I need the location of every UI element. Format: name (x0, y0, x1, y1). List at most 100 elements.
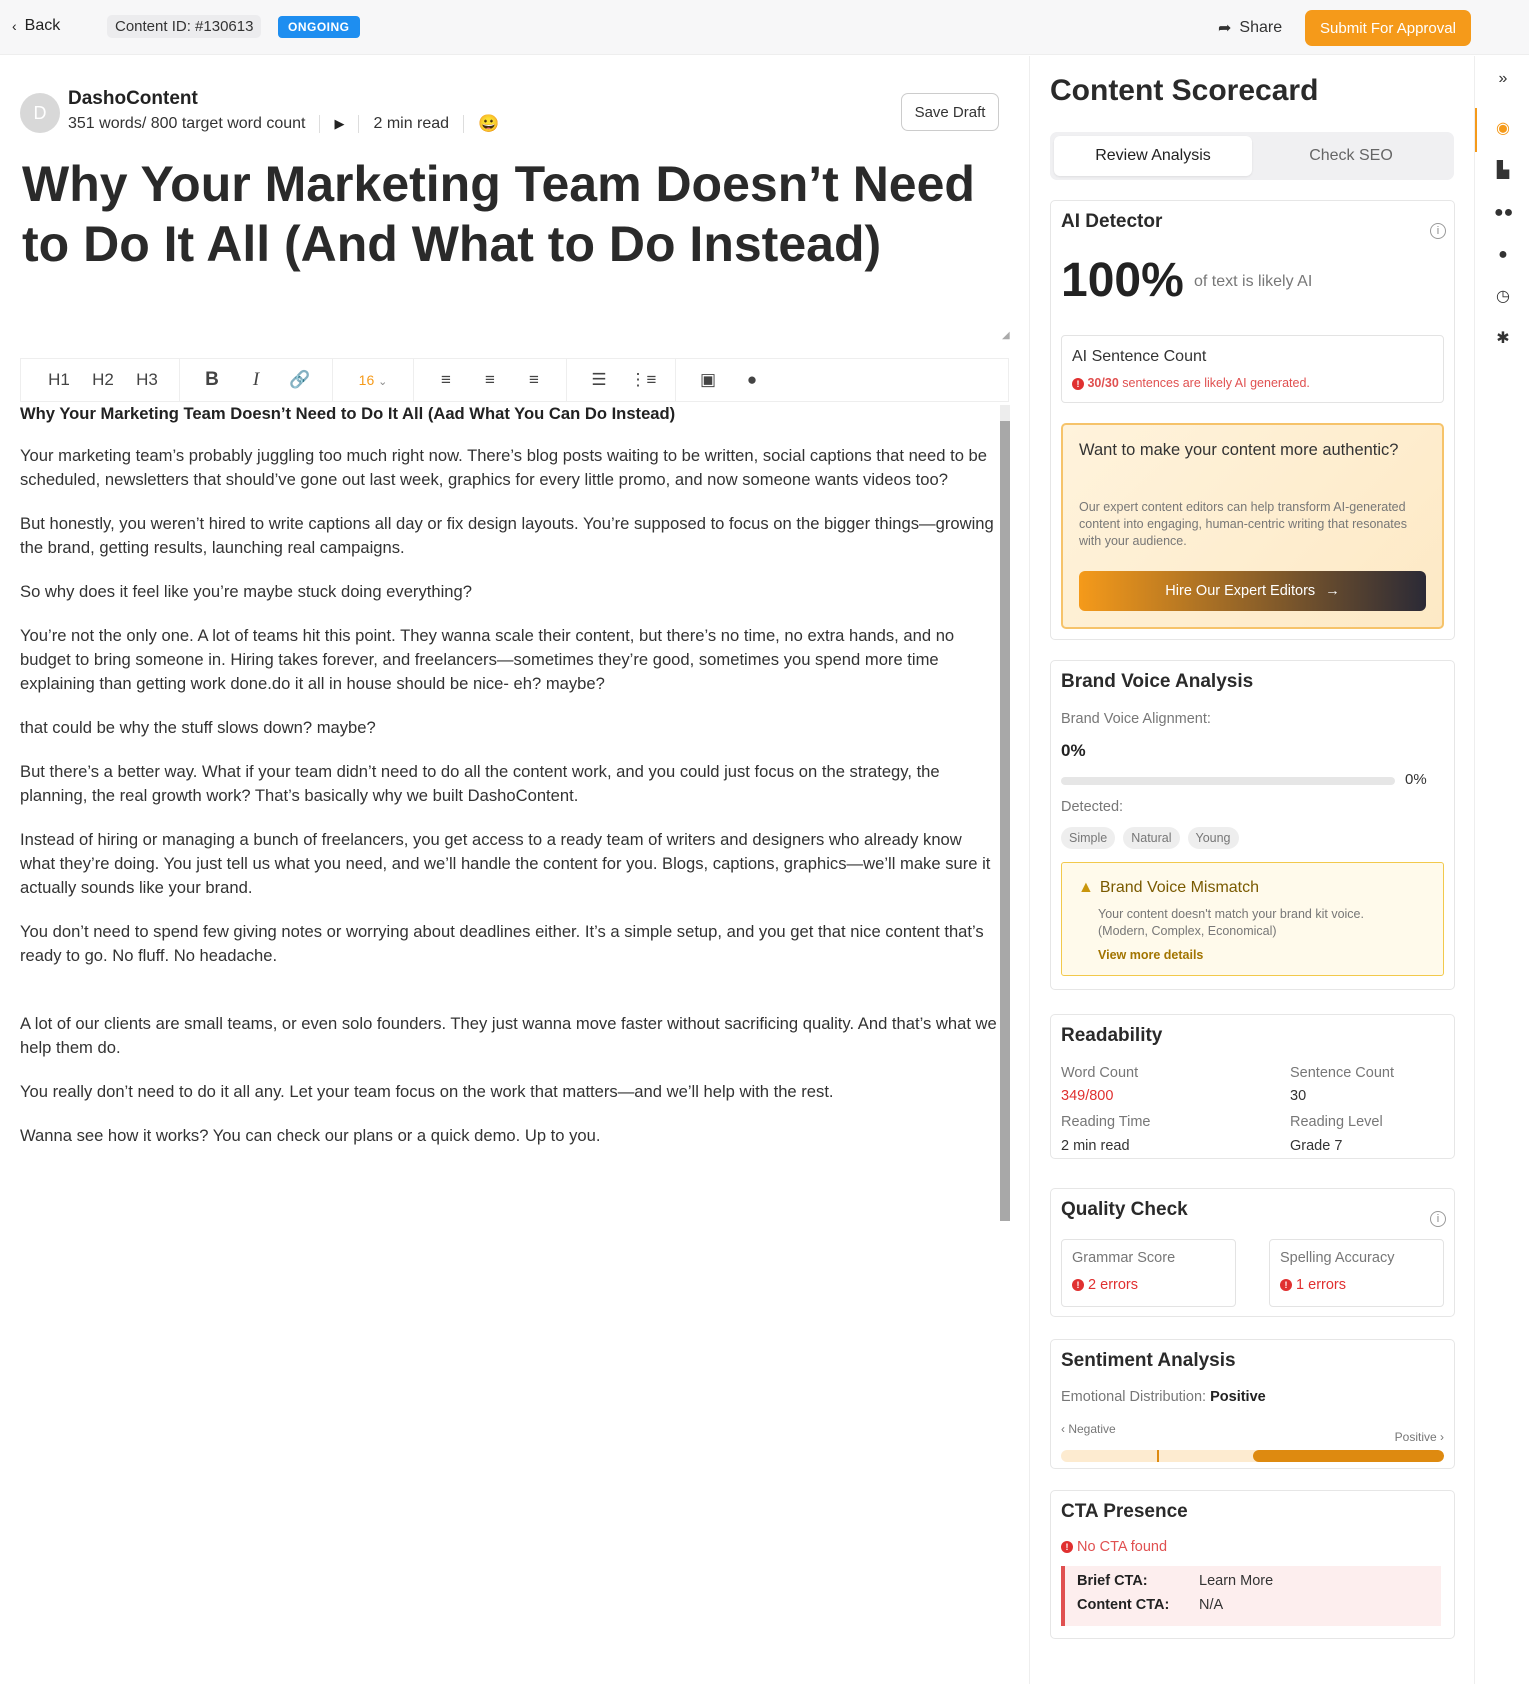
book-icon[interactable]: ▙ (1494, 162, 1512, 180)
reading-level-value: Grade 7 (1290, 1138, 1343, 1154)
back-button[interactable]: ‹ Back (12, 17, 60, 35)
sentiment-bar (1061, 1450, 1444, 1462)
grammar-label: Grammar Score (1072, 1250, 1176, 1266)
bold-button[interactable]: B (190, 369, 234, 391)
h3-button[interactable]: H3 (125, 370, 169, 390)
hire-editors-button[interactable]: Hire Our Expert Editors → (1079, 571, 1426, 611)
resize-handle-icon[interactable]: ◢ (1002, 330, 1010, 341)
cta-title: CTA Presence (1061, 1501, 1188, 1522)
paragraph: You’re not the only one. A lot of teams … (20, 626, 955, 693)
align-left-icon[interactable]: ≡ (424, 370, 468, 390)
alignment-bar-label: 0% (1405, 771, 1427, 788)
paragraph: So why does it feel like you’re maybe st… (20, 582, 472, 601)
word-count-value: 349/800 (1061, 1088, 1114, 1104)
paragraph: A lot of our clients are small teams, or… (20, 1014, 997, 1057)
divider (319, 115, 321, 133)
share-button[interactable]: ➦ Share (1218, 18, 1282, 38)
font-size-select[interactable]: 16 ⌄ (343, 372, 403, 388)
divider (413, 359, 414, 401)
hire-editors-label: Hire Our Expert Editors (1165, 583, 1316, 599)
info-icon[interactable]: i (1430, 1211, 1446, 1227)
paragraph: But there’s a better way. What if your t… (20, 762, 940, 805)
reading-time-label: Reading Time (1061, 1114, 1151, 1130)
align-right-icon[interactable]: ≡ (512, 370, 556, 390)
quality-check-card: Quality Check i Grammar Score ! 2 errors… (1050, 1188, 1455, 1317)
tab-review-analysis[interactable]: Review Analysis (1054, 136, 1252, 176)
brand-voice-title: Brand Voice Analysis (1061, 671, 1254, 692)
scrollbar-thumb[interactable] (1000, 421, 1010, 1221)
tag: Young (1187, 827, 1239, 849)
collapse-icon[interactable]: » (1494, 70, 1512, 88)
link-icon[interactable]: 🔗 (278, 370, 322, 390)
alignment-value: 0% (1061, 741, 1086, 760)
align-center-icon[interactable]: ≡ (468, 370, 512, 390)
tag: Simple (1061, 827, 1116, 849)
comment-icon[interactable]: ● (730, 370, 774, 390)
chat-icon[interactable]: ● (1494, 246, 1512, 264)
error-icon: ! (1072, 1279, 1084, 1292)
h1-button[interactable]: H1 (37, 370, 81, 390)
status-badge: ONGOING (278, 16, 360, 38)
scorecard-title: Content Scorecard (1050, 74, 1319, 107)
emoji-icon[interactable]: 😀 (478, 114, 499, 134)
paragraph: Instead of hiring or managing a bunch of… (20, 830, 991, 897)
editor-scrollbar[interactable] (1000, 405, 1010, 1221)
positive-label: Positive › (1394, 1430, 1444, 1444)
italic-button[interactable]: I (234, 369, 278, 391)
alignment-bar (1061, 777, 1395, 785)
reading-time-value: 2 min read (1061, 1138, 1130, 1154)
document-body[interactable]: Why Your Marketing Team Doesn’t Need to … (20, 402, 1000, 1222)
paragraph: Wanna see how it works? You can check ou… (20, 1126, 601, 1145)
users-icon[interactable]: ●● (1494, 204, 1513, 222)
top-bar: ‹ Back Content ID: #130613 ONGOING ➦ Sha… (0, 0, 1529, 55)
divider (179, 359, 180, 401)
error-icon: ! (1280, 1279, 1292, 1292)
divider (566, 359, 567, 401)
paragraph: Your marketing team’s probably juggling … (20, 446, 988, 489)
submit-for-approval-button[interactable]: Submit For Approval (1305, 10, 1471, 46)
error-icon: ! (1072, 377, 1084, 390)
spelling-label: Spelling Accuracy (1280, 1250, 1395, 1266)
warning-row: ▲ Brand Voice Mismatch (1078, 879, 1259, 897)
grammar-row: ! 2 errors (1072, 1277, 1138, 1293)
detected-tags: Simple Natural Young (1061, 827, 1239, 849)
image-icon[interactable]: ▣ (686, 370, 730, 390)
h2-button[interactable]: H2 (81, 370, 125, 390)
divider (675, 359, 676, 401)
sentiment-title: Sentiment Analysis (1061, 1350, 1236, 1371)
settings-icon[interactable]: ✱ (1494, 330, 1512, 348)
tag: Natural (1123, 827, 1180, 849)
spelling-row: ! 1 errors (1280, 1277, 1346, 1293)
content-cta-value: N/A (1199, 1597, 1224, 1613)
scorecard-icon[interactable]: ◉ (1494, 120, 1512, 138)
ai-sentence-note: sentences are likely AI generated. (1122, 376, 1310, 390)
clock-icon[interactable]: ◷ (1494, 288, 1512, 306)
cta-card: CTA Presence ! No CTA found Brief CTA: L… (1050, 1490, 1455, 1639)
warning-icon: ▲ (1078, 879, 1094, 896)
readability-card: Readability Word Count 349/800 Sentence … (1050, 1014, 1455, 1159)
tab-check-seo[interactable]: Check SEO (1252, 136, 1450, 176)
promo-text: Our expert content editors can help tran… (1079, 500, 1407, 548)
sentence-count-value: 30 (1290, 1088, 1307, 1104)
bullet-list-icon[interactable]: ☰ (577, 370, 621, 390)
view-more-link[interactable]: View more details (1098, 948, 1203, 962)
reading-level-label: Reading Level (1290, 1114, 1383, 1130)
error-icon: ! (1061, 1541, 1073, 1554)
info-icon[interactable]: i (1430, 223, 1446, 239)
numbered-list-icon[interactable]: ⋮≡ (621, 370, 665, 390)
play-icon[interactable]: ▶ (334, 116, 344, 132)
sentiment-card: Sentiment Analysis Emotional Distributio… (1050, 1339, 1455, 1469)
word-count: 351 words/ 800 target word count (68, 115, 306, 132)
distribution-value: Positive (1210, 1389, 1266, 1405)
cta-status-row: ! No CTA found (1061, 1539, 1167, 1555)
save-draft-button[interactable]: Save Draft (901, 93, 999, 131)
paragraph: But honestly, you weren’t hired to write… (20, 514, 994, 557)
ai-percent: 100% (1061, 254, 1184, 307)
word-count-label: Word Count (1061, 1065, 1139, 1081)
article-title[interactable]: Why Your Marketing Team Doesn’t Need to … (22, 154, 982, 274)
divider (358, 115, 360, 133)
divider (463, 115, 465, 133)
paragraph: You don’t need to spend few giving notes… (20, 922, 984, 965)
ai-sentence-value: 30/30 (1087, 376, 1119, 390)
divider (332, 359, 333, 401)
